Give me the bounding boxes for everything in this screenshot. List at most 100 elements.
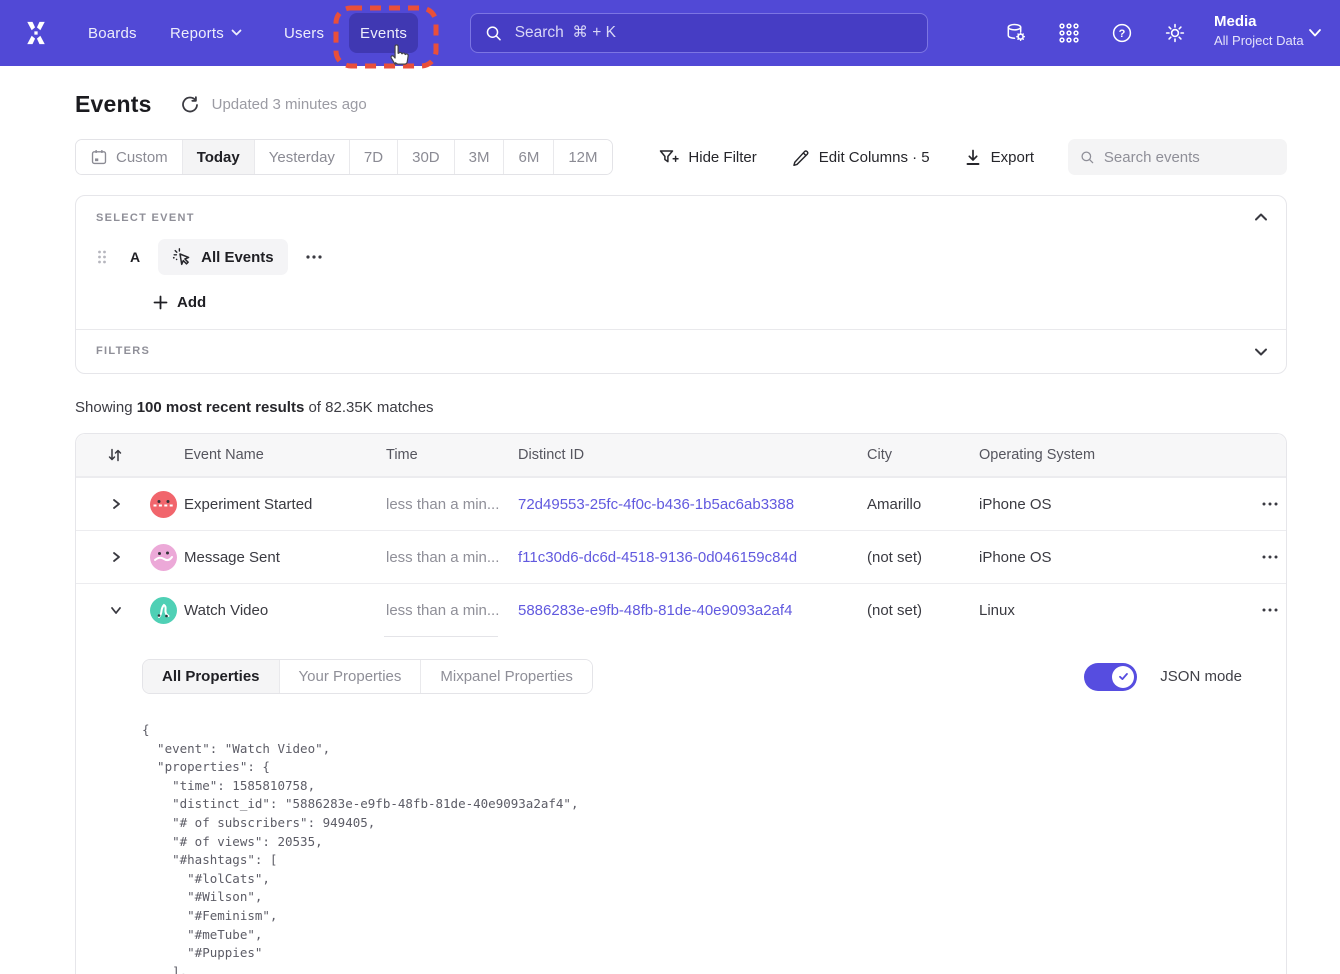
global-search-input[interactable] bbox=[515, 24, 913, 42]
help-icon[interactable]: ? bbox=[1110, 21, 1134, 45]
column-divider bbox=[384, 636, 498, 637]
project-switcher[interactable]: Media All Project Data bbox=[1214, 12, 1304, 50]
search-icon bbox=[1080, 149, 1095, 166]
col-distinct-id[interactable]: Distinct ID bbox=[518, 447, 867, 463]
cell-event-name: Watch Video bbox=[184, 602, 386, 619]
select-event-heading: SELECT EVENT bbox=[96, 212, 1266, 224]
page-title: Events bbox=[75, 91, 152, 118]
ellipsis-icon bbox=[1259, 493, 1281, 515]
date-range-3m[interactable]: 3M bbox=[455, 140, 505, 174]
nav-item-reports[interactable]: Reports bbox=[170, 0, 242, 66]
table-header: Event Name Time Distinct ID City Operati… bbox=[76, 434, 1286, 477]
event-detail-panel: All Properties Your Properties Mixpanel … bbox=[76, 636, 1286, 974]
add-event-button[interactable]: Add bbox=[153, 288, 206, 316]
date-range-today[interactable]: Today bbox=[183, 140, 255, 174]
chevron-down-icon[interactable] bbox=[1254, 347, 1268, 357]
event-selector-button[interactable]: All Events bbox=[158, 239, 288, 275]
project-name: Media bbox=[1214, 12, 1304, 32]
cell-distinct-id-link[interactable]: f11c30d6-dc6d-4518-9136-0d046159c84d bbox=[518, 549, 867, 566]
table-row-expanded[interactable]: Watch Video less than a min... 5886283e-… bbox=[76, 583, 1286, 636]
export-button[interactable]: Export bbox=[964, 148, 1034, 167]
table-row[interactable]: Experiment Started less than a min... 72… bbox=[76, 477, 1286, 530]
cell-distinct-id-link[interactable]: 72d49553-25fc-4f0c-b436-1b5ac6ab3388 bbox=[518, 496, 867, 513]
hide-filter-button[interactable]: Hide Filter bbox=[658, 147, 756, 167]
check-icon bbox=[1117, 670, 1130, 683]
cell-city: Amarillo bbox=[867, 496, 979, 513]
nav-item-boards[interactable]: Boards bbox=[88, 0, 137, 66]
chevron-down-icon[interactable] bbox=[1308, 27, 1322, 39]
date-range-selector: Custom Today Yesterday 7D 30D 3M 6M 12M bbox=[75, 139, 613, 175]
global-search bbox=[470, 13, 928, 53]
cell-time: less than a min... bbox=[386, 496, 518, 513]
settings-gear-icon[interactable] bbox=[1163, 21, 1187, 45]
cell-time: less than a min... bbox=[386, 549, 518, 566]
updated-timestamp: Updated 3 minutes ago bbox=[212, 96, 367, 113]
nav-item-users[interactable]: Users bbox=[284, 0, 324, 66]
table-row[interactable]: Message Sent less than a min... f11c30d6… bbox=[76, 530, 1286, 583]
date-range-yesterday[interactable]: Yesterday bbox=[255, 140, 350, 174]
chevron-right-icon[interactable] bbox=[110, 498, 122, 510]
apps-grid-icon[interactable] bbox=[1057, 21, 1081, 45]
sort-icon[interactable] bbox=[108, 447, 122, 463]
col-time[interactable]: Time bbox=[386, 447, 518, 463]
event-json-view: { "event": "Watch Video", "properties": … bbox=[142, 721, 1286, 974]
date-range-30d[interactable]: 30D bbox=[398, 140, 455, 174]
toggle-knob bbox=[1112, 666, 1134, 688]
calendar-icon bbox=[90, 148, 108, 166]
events-page: Events Updated 3 minutes ago Custom Toda… bbox=[0, 91, 1340, 974]
properties-tabs: All Properties Your Properties Mixpanel … bbox=[142, 659, 593, 694]
results-summary: Showing 100 most recent results of 82.35… bbox=[75, 399, 1287, 416]
events-table: Event Name Time Distinct ID City Operati… bbox=[75, 433, 1287, 974]
date-range-custom[interactable]: Custom bbox=[76, 140, 183, 174]
chevron-down-icon[interactable] bbox=[110, 604, 122, 616]
chevron-down-icon bbox=[231, 29, 242, 37]
tab-all-properties[interactable]: All Properties bbox=[143, 660, 280, 693]
top-navigation: Boards Reports Users Events ? bbox=[0, 0, 1340, 66]
tab-mixpanel-properties[interactable]: Mixpanel Properties bbox=[421, 660, 592, 693]
cell-time: less than a min... bbox=[386, 602, 518, 619]
row-menu-button[interactable] bbox=[1259, 493, 1281, 515]
drag-handle-icon[interactable] bbox=[96, 249, 108, 265]
plus-icon bbox=[153, 295, 168, 310]
chevron-up-icon[interactable] bbox=[1254, 212, 1268, 222]
col-event-name[interactable]: Event Name bbox=[184, 447, 386, 463]
search-icon bbox=[485, 24, 503, 43]
data-management-icon[interactable] bbox=[1004, 21, 1028, 45]
event-more-menu[interactable] bbox=[304, 247, 324, 267]
event-row-letter: A bbox=[130, 249, 140, 265]
cursor-hand-icon bbox=[387, 42, 409, 66]
json-mode-toggle[interactable] bbox=[1084, 663, 1137, 691]
avatar bbox=[150, 544, 177, 571]
mixpanel-logo[interactable] bbox=[22, 19, 50, 47]
cell-event-name: Message Sent bbox=[184, 549, 386, 566]
tab-your-properties[interactable]: Your Properties bbox=[280, 660, 422, 693]
cell-os: iPhone OS bbox=[979, 549, 1193, 566]
download-icon bbox=[964, 148, 982, 167]
json-mode-label: JSON mode bbox=[1160, 668, 1242, 685]
filters-heading: FILTERS bbox=[96, 345, 1266, 357]
ellipsis-icon bbox=[304, 247, 324, 267]
magic-cursor-icon bbox=[172, 247, 192, 267]
date-range-12m[interactable]: 12M bbox=[554, 140, 611, 174]
search-events-input[interactable] bbox=[1104, 149, 1275, 166]
cell-os: Linux bbox=[979, 602, 1193, 619]
ellipsis-icon bbox=[1259, 546, 1281, 568]
chevron-right-icon[interactable] bbox=[110, 551, 122, 563]
date-range-7d[interactable]: 7D bbox=[350, 140, 398, 174]
edit-columns-button[interactable]: Edit Columns · 5 bbox=[791, 148, 930, 167]
row-menu-button[interactable] bbox=[1259, 546, 1281, 568]
svg-text:?: ? bbox=[1119, 28, 1126, 40]
col-city[interactable]: City bbox=[867, 447, 979, 463]
cell-os: iPhone OS bbox=[979, 496, 1193, 513]
date-range-6m[interactable]: 6M bbox=[504, 140, 554, 174]
cell-city: (not set) bbox=[867, 602, 979, 619]
search-events bbox=[1068, 139, 1287, 175]
ellipsis-icon bbox=[1259, 599, 1281, 621]
event-query-row: A All Events bbox=[96, 239, 1266, 275]
refresh-icon[interactable] bbox=[181, 96, 199, 114]
avatar bbox=[150, 491, 177, 518]
cell-event-name: Experiment Started bbox=[184, 496, 386, 513]
row-menu-button[interactable] bbox=[1259, 599, 1281, 621]
col-operating-system[interactable]: Operating System bbox=[979, 447, 1193, 463]
cell-distinct-id-link[interactable]: 5886283e-e9fb-48fb-81de-40e9093a2af4 bbox=[518, 602, 867, 619]
